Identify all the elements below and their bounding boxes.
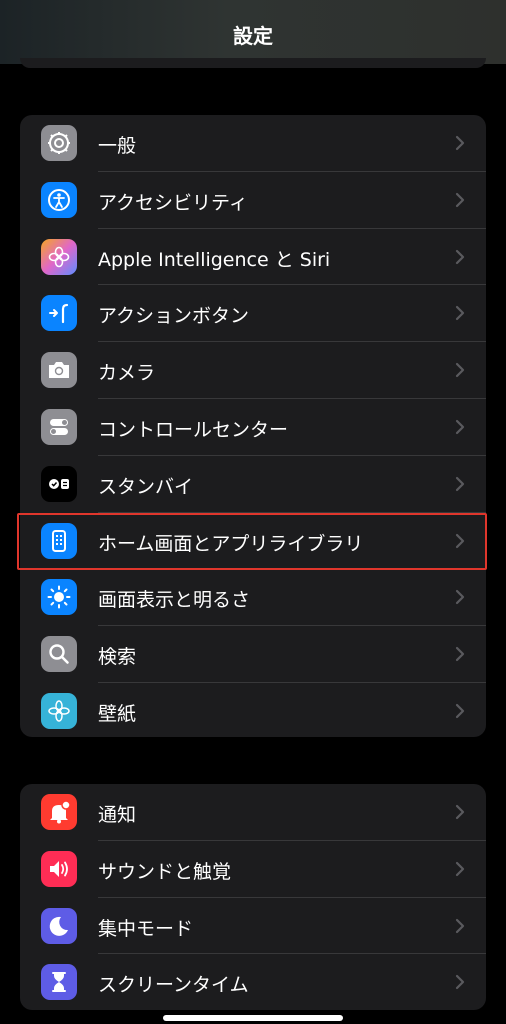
chevron-right-icon <box>455 192 465 207</box>
chevron-right-icon <box>455 249 465 264</box>
chevron-right-icon <box>455 476 465 491</box>
settings-row-label: 通知 <box>98 804 137 826</box>
chevron-right-icon <box>455 975 465 990</box>
standby-icon <box>41 465 77 502</box>
chevron-right-icon <box>455 363 465 378</box>
previous-group-edge <box>20 58 486 68</box>
accessibility-icon <box>41 181 77 218</box>
speaker-icon <box>41 850 77 887</box>
settings-row-general[interactable]: 一般 <box>20 115 486 172</box>
settings-row-label: アクセシビリティ <box>98 191 248 214</box>
settings-row-sounds-haptics[interactable]: サウンドと触覚 <box>20 841 486 898</box>
chevron-right-icon <box>455 590 465 605</box>
hourglass-icon <box>41 964 77 1001</box>
chevron-right-icon <box>455 306 465 321</box>
settings-row-wallpaper[interactable]: 壁紙 <box>20 683 486 737</box>
settings-row-screen-time[interactable]: スクリーンタイム <box>20 954 486 1010</box>
settings-group-notifications: 通知 サウンドと触覚 集中モード スクリーンタイム <box>20 784 486 1010</box>
wallpaper-icon <box>41 692 77 729</box>
settings-row-accessibility[interactable]: アクセシビリティ <box>20 172 486 229</box>
chevron-right-icon <box>455 135 465 151</box>
chevron-right-icon <box>455 918 465 933</box>
settings-row-display-brightness[interactable]: 画面表示と明るさ <box>20 569 486 627</box>
settings-row-search[interactable]: 検索 <box>20 626 486 683</box>
brightness-icon <box>41 579 77 616</box>
settings-row-camera[interactable]: カメラ <box>20 342 486 399</box>
chevron-right-icon <box>455 804 465 820</box>
highlight-box <box>17 513 487 570</box>
chevron-right-icon <box>455 419 465 435</box>
settings-row-label: サウンドと触覚 <box>98 860 232 883</box>
settings-group-general: 一般 アクセシビリティ Apple Intelligence と Siri アク… <box>20 115 486 737</box>
moon-icon <box>41 907 77 944</box>
settings-row-label: 集中モード <box>98 917 194 940</box>
settings-row-label: 画面表示と明るさ <box>98 589 251 612</box>
settings-row-label: スクリーンタイム <box>98 974 249 997</box>
action-button-icon <box>41 295 77 332</box>
search-icon <box>41 636 77 673</box>
camera-icon <box>41 352 77 389</box>
settings-row-label: スタンバイ <box>98 475 194 498</box>
settings-row-label: コントロールセンター <box>98 418 289 441</box>
settings-row-notifications[interactable]: 通知 <box>20 784 486 841</box>
gear-icon <box>41 125 77 161</box>
settings-row-action-button[interactable]: アクションボタン <box>20 285 486 343</box>
settings-row-label: アクションボタン <box>98 305 250 328</box>
apple-intelligence-icon <box>41 238 77 275</box>
settings-row-apple-intelligence-siri[interactable]: Apple Intelligence と Siri <box>20 229 486 286</box>
settings-row-standby[interactable]: スタンバイ <box>20 456 486 513</box>
settings-row-label: 一般 <box>98 135 137 157</box>
page-title: 設定 <box>233 24 273 48</box>
settings-row-label: 検索 <box>98 646 137 669</box>
chevron-right-icon <box>455 647 465 662</box>
chevron-right-icon <box>455 703 465 719</box>
settings-row-control-center[interactable]: コントロールセンター <box>20 399 486 456</box>
chevron-right-icon <box>455 861 465 876</box>
navigation-bar: 設定 <box>0 0 506 68</box>
notification-icon <box>41 794 77 830</box>
settings-row-label: 壁紙 <box>98 702 137 725</box>
toggles-icon <box>41 408 77 445</box>
settings-row-label: Apple Intelligence と Siri <box>98 248 331 271</box>
home-indicator[interactable] <box>163 1015 343 1021</box>
settings-row-label: カメラ <box>98 362 156 385</box>
settings-row-focus[interactable]: 集中モード <box>20 898 486 955</box>
